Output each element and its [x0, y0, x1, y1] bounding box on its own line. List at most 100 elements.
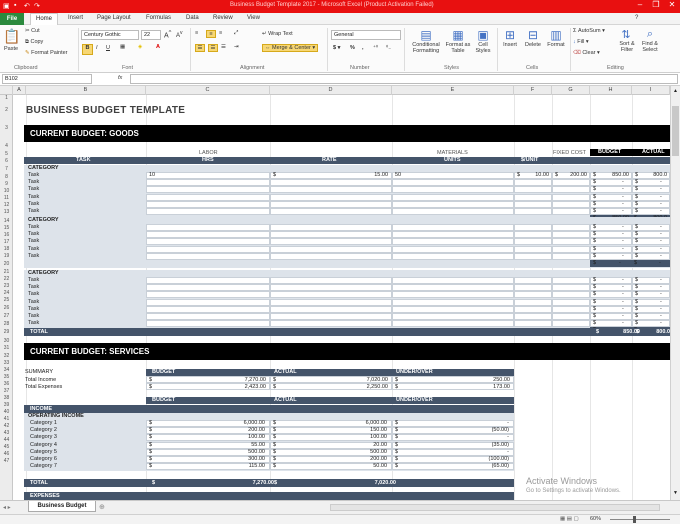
scroll-thumb[interactable]	[672, 106, 679, 156]
row-number[interactable]: 17	[0, 239, 13, 245]
format-painter-button[interactable]: ✎ Format Painter	[25, 50, 68, 56]
zoom-slider-thumb[interactable]	[633, 516, 636, 523]
column-header-h[interactable]: H	[590, 86, 632, 95]
row-number[interactable]: 39	[0, 402, 13, 408]
sheet-tab-business-budget[interactable]: Business Budget	[28, 501, 96, 512]
input-cell[interactable]	[146, 238, 270, 246]
input-cell[interactable]	[392, 193, 514, 201]
input-cell[interactable]	[270, 208, 392, 215]
input-cell[interactable]	[392, 291, 514, 299]
tab-review[interactable]: Review	[213, 15, 233, 21]
input-cell[interactable]	[146, 231, 270, 239]
input-cell[interactable]	[392, 320, 514, 328]
input-cell[interactable]	[146, 291, 270, 299]
input-cell[interactable]	[146, 277, 270, 284]
row-number[interactable]: 19	[0, 253, 13, 259]
row-number[interactable]: 28	[0, 321, 13, 327]
tab-data[interactable]: Data	[186, 15, 199, 21]
input-cell[interactable]	[146, 298, 270, 306]
cell-styles-button[interactable]: ▣ Cell Styles	[472, 28, 494, 54]
worksheet-grid[interactable]: BUSINESS BUDGET TEMPLATE CURRENT BUDGET:…	[13, 95, 670, 500]
input-cell[interactable]	[146, 179, 270, 187]
redo-icon[interactable]: ↷	[34, 2, 40, 10]
input-cell[interactable]	[392, 298, 514, 306]
total-income-budget-cell[interactable]: $7,270.00	[146, 376, 270, 383]
input-cell[interactable]	[590, 200, 632, 208]
row-number[interactable]: 2	[0, 107, 13, 113]
input-cell[interactable]	[392, 231, 514, 239]
row-number[interactable]: 18	[0, 246, 13, 252]
input-cell[interactable]	[392, 179, 514, 187]
input-cell[interactable]	[514, 320, 552, 328]
input-cell[interactable]	[392, 224, 514, 231]
row-number[interactable]: 29	[0, 329, 13, 335]
tab-view[interactable]: View	[247, 15, 260, 21]
input-cell[interactable]	[146, 193, 270, 201]
scroll-down-icon[interactable]: ▼	[672, 490, 679, 496]
insert-cells-button[interactable]: ⊞ Insert	[500, 28, 520, 48]
input-cell[interactable]	[270, 252, 392, 260]
input-cell[interactable]	[552, 298, 590, 306]
row-number[interactable]: 25	[0, 297, 13, 303]
currency-icon[interactable]: $ ▾	[333, 45, 340, 51]
row-number[interactable]: 8	[0, 174, 13, 180]
input-cell[interactable]	[590, 208, 632, 215]
number-format-select[interactable]: General	[331, 30, 401, 40]
row-number[interactable]: 4	[0, 143, 13, 149]
input-cell[interactable]	[590, 313, 632, 320]
input-cell[interactable]	[514, 284, 552, 292]
sort-filter-button[interactable]: ⇅ Sort & Filter	[616, 28, 636, 53]
row-number[interactable]: 13	[0, 209, 13, 215]
input-cell[interactable]	[514, 298, 552, 306]
input-cell[interactable]	[514, 179, 552, 187]
input-cell[interactable]	[270, 224, 392, 231]
minimize-button[interactable]: –	[632, 0, 648, 13]
column-header-f[interactable]: F	[514, 86, 552, 95]
clear-button[interactable]: ⌫ Clear ▾	[573, 50, 600, 56]
input-cell[interactable]	[552, 305, 590, 313]
scroll-up-icon[interactable]: ▲	[672, 88, 679, 94]
row-number[interactable]: 3	[0, 125, 13, 131]
underline-button[interactable]: U	[106, 45, 110, 51]
decrease-decimal-icon[interactable]: ⁰₋	[386, 45, 391, 51]
input-cell[interactable]	[590, 277, 632, 284]
align-left-icon[interactable]: ☰	[195, 44, 205, 52]
fill-button[interactable]: ↓ Fill ▾	[573, 39, 589, 45]
column-header-a[interactable]: A	[13, 86, 26, 95]
input-cell[interactable]	[146, 200, 270, 208]
input-cell[interactable]	[392, 284, 514, 292]
input-cell[interactable]	[552, 200, 590, 208]
row-number[interactable]: 6	[0, 158, 13, 164]
input-cell[interactable]	[270, 298, 392, 306]
input-cell[interactable]	[552, 320, 590, 328]
name-box[interactable]: B102	[2, 74, 92, 84]
input-cell[interactable]	[590, 224, 632, 231]
formula-input[interactable]	[130, 74, 678, 84]
row-number[interactable]: 24	[0, 290, 13, 296]
increase-decimal-icon[interactable]: ⁺⁰	[373, 45, 378, 51]
input-cell[interactable]	[146, 313, 270, 320]
input-cell[interactable]	[514, 193, 552, 201]
row-number[interactable]: 45	[0, 444, 13, 450]
tab-insert[interactable]: Insert	[68, 15, 83, 21]
save-icon[interactable]: ▪	[14, 2, 16, 9]
row-number[interactable]: 46	[0, 451, 13, 457]
input-cell[interactable]	[270, 193, 392, 201]
total-expenses-uo-cell[interactable]: $173.00	[392, 383, 514, 390]
input-cell[interactable]	[270, 291, 392, 299]
input-cell[interactable]	[590, 284, 632, 292]
input-cell[interactable]	[392, 200, 514, 208]
help-icon[interactable]: ?	[635, 15, 638, 21]
input-cell[interactable]	[590, 238, 632, 246]
input-cell[interactable]	[392, 305, 514, 313]
align-top-icon[interactable]: ≡	[195, 30, 198, 36]
row-number[interactable]: 42	[0, 423, 13, 429]
input-cell[interactable]	[590, 179, 632, 187]
row-number[interactable]: 9	[0, 181, 13, 187]
row-number[interactable]: 22	[0, 276, 13, 282]
sheet-nav-icons[interactable]: ◂ ▸	[3, 504, 11, 511]
align-bottom-icon[interactable]: ≡	[219, 30, 222, 36]
row-number[interactable]: 1	[0, 95, 13, 101]
paste-button[interactable]: 📋	[3, 28, 21, 45]
merge-center-button[interactable]: ⇔ Merge & Center ▾	[262, 44, 319, 52]
